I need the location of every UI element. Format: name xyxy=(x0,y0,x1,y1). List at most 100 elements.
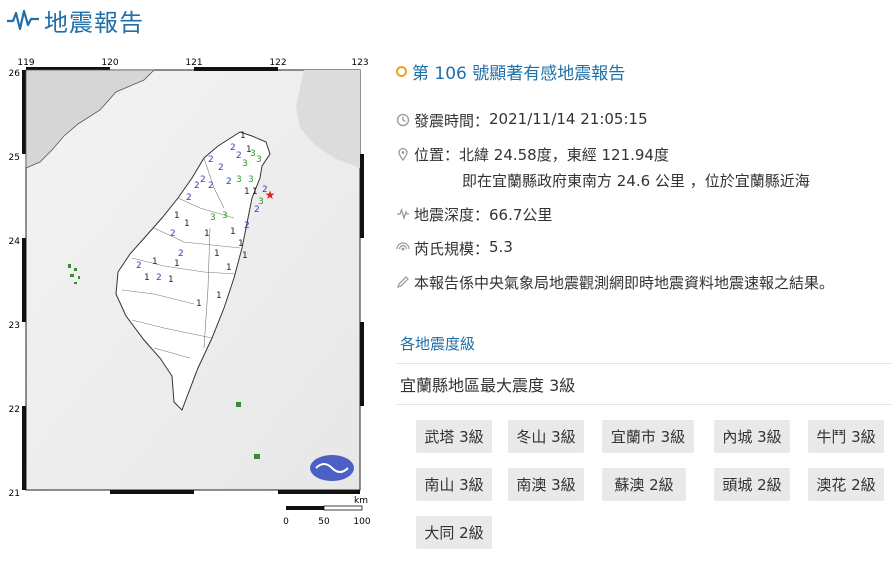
page-header: 地震報告 xyxy=(6,2,144,38)
location-pin-icon xyxy=(398,147,408,161)
station-intensity-badge: 冬山 3級 xyxy=(508,420,584,453)
station-intensity-badge: 武塔 3級 xyxy=(416,420,492,453)
longitude-label: 121 xyxy=(185,58,202,68)
intensity-mark: 2 xyxy=(208,155,214,165)
longitude-label: 123 xyxy=(351,58,368,68)
intensity-mark: 1 xyxy=(152,257,158,267)
longitude-label: 120 xyxy=(101,58,118,68)
intensity-mark: 2 xyxy=(236,151,242,161)
magnitude-value: 5.3 xyxy=(489,238,513,256)
intensity-mark: 2 xyxy=(218,163,224,173)
location-detail: 即在宜蘭縣政府東南方 24.6 公里 ，位於宜蘭縣近海 xyxy=(462,172,810,190)
origin-time-row: 發震時間： 2021/11/14 21:05:15 xyxy=(396,110,648,131)
intensity-mark: 2 xyxy=(200,175,206,185)
intensity-mark: 1 xyxy=(204,229,210,239)
intensity-mark: 2 xyxy=(244,221,250,231)
location-label: 位置： xyxy=(414,146,460,164)
report-panel: 第 106 號顯著有感地震報告 發震時間： 2021/11/14 21:05:1… xyxy=(396,58,891,549)
station-intensity-badge: 牛鬥 3級 xyxy=(808,420,884,453)
latitude-label: 26 xyxy=(9,69,21,79)
intensity-mark: 2 xyxy=(254,205,260,215)
scale-label: 50 xyxy=(318,517,330,527)
bullet-icon xyxy=(396,65,407,77)
intensity-mark: 3 xyxy=(222,211,228,221)
intensity-mark: 3 xyxy=(248,175,254,185)
intensity-mark: 2 xyxy=(262,185,268,195)
intensity-mark: 2 xyxy=(208,181,214,191)
pencil-icon xyxy=(397,276,409,288)
depth-wave-icon xyxy=(397,207,409,221)
intensity-mark: 2 xyxy=(170,229,176,239)
magnitude-row: 芮氏規模： 5.3 xyxy=(396,238,513,259)
longitude-label: 122 xyxy=(269,58,286,68)
intensity-mark: 1 xyxy=(174,211,180,221)
note-row: 本報告係中央氣象局地震觀測網即時地震資料地震速報之結果。 xyxy=(396,272,834,293)
station-intensity-badge: 南山 3級 xyxy=(416,468,492,501)
latitude-label: 25 xyxy=(9,153,20,163)
intensity-section-title: 各地震度級 xyxy=(400,335,476,353)
intensity-mark: 2 xyxy=(226,177,232,187)
intensity-mark: 1 xyxy=(242,251,248,261)
latitude-label: 23 xyxy=(9,321,20,331)
intensity-mark: 2 xyxy=(178,249,184,259)
max-intensity-bar: 宜蘭縣地區最大震度 3級 xyxy=(396,363,891,405)
intensity-mark: 3 xyxy=(250,149,256,159)
intensity-mark: 3 xyxy=(210,213,216,223)
intensity-mark: 1 xyxy=(168,275,174,285)
intensity-mark: 2 xyxy=(194,181,200,191)
page-title: 地震報告 xyxy=(44,8,144,37)
intensity-mark: 1 xyxy=(184,219,190,229)
latitude-label: 22 xyxy=(9,405,20,415)
intensity-mark: 3 xyxy=(236,175,242,185)
intensity-mark: 1 xyxy=(226,263,232,273)
scale-unit: km xyxy=(354,496,368,506)
intensity-mark: 1 xyxy=(214,249,220,259)
station-intensity-badge: 頭城 2級 xyxy=(714,468,790,501)
report-note: 本報告係中央氣象局地震觀測網即時地震資料地震速報之結果。 xyxy=(414,274,835,292)
scale-label: 100 xyxy=(353,517,370,527)
magnitude-rings-icon xyxy=(396,242,410,251)
scale-bar xyxy=(286,505,363,511)
max-intensity-text: 宜蘭縣地區最大震度 3級 xyxy=(400,376,576,395)
intensity-mark: 1 xyxy=(196,299,202,309)
time-label: 發震時間： xyxy=(414,112,490,130)
intensity-mark: 2 xyxy=(186,193,192,203)
station-intensity-badge: 蘇澳 2級 xyxy=(602,468,686,501)
orchid-island xyxy=(254,454,260,459)
intensity-mark: 3 xyxy=(256,155,262,165)
intensity-mark: 1 xyxy=(252,187,258,197)
depth-label: 地震深度： xyxy=(414,206,490,224)
green-island xyxy=(236,402,241,407)
time-value: 2021/11/14 21:05:15 xyxy=(489,110,648,128)
longitude-label: 119 xyxy=(17,58,34,68)
depth-value: 66.7公里 xyxy=(489,206,553,224)
intensity-mark: 2 xyxy=(156,273,162,283)
intensity-mark: 1 xyxy=(244,187,250,197)
station-intensity-badge: 宜蘭市 3級 xyxy=(602,420,694,453)
location-value: 北緯 24.58度，東經 121.94度 xyxy=(459,146,669,164)
intensity-mark: 1 xyxy=(238,239,244,249)
intensity-mark: 2 xyxy=(230,143,236,153)
intensity-mark: 1 xyxy=(230,227,236,237)
seismograph-icon xyxy=(7,9,39,31)
station-intensity-badge: 澳花 2級 xyxy=(808,468,884,501)
scale-label: 0 xyxy=(283,517,289,527)
intensity-mark: 3 xyxy=(242,159,248,169)
intensity-mark: 1 xyxy=(174,259,180,269)
latitude-label: 21 xyxy=(9,489,20,499)
magnitude-label: 芮氏規模： xyxy=(414,240,490,258)
report-title: 第 106 號顯著有感地震報告 xyxy=(412,63,626,84)
intensity-mark: 1 xyxy=(216,291,222,301)
intensity-mark: 1 xyxy=(144,273,150,283)
intensity-map[interactable]: ★ 11223332223322211223332112112211211112… xyxy=(4,58,376,528)
latitude-label: 24 xyxy=(9,237,21,247)
station-intensity-badge: 大同 2級 xyxy=(416,516,492,549)
report-title-row: 第 106 號顯著有感地震報告 xyxy=(396,58,891,84)
depth-row: 地震深度： 66.7公里 xyxy=(396,204,552,225)
intensity-mark: 1 xyxy=(240,131,246,141)
location-detail-row: 即在宜蘭縣政府東南方 24.6 公里 ，位於宜蘭縣近海 xyxy=(462,170,810,191)
location-row: 位置： 北緯 24.58度，東經 121.94度 xyxy=(396,144,669,165)
station-intensity-badge: 內城 3級 xyxy=(714,420,790,453)
station-intensity-badge: 南澳 3級 xyxy=(508,468,584,501)
clock-icon xyxy=(396,113,410,127)
